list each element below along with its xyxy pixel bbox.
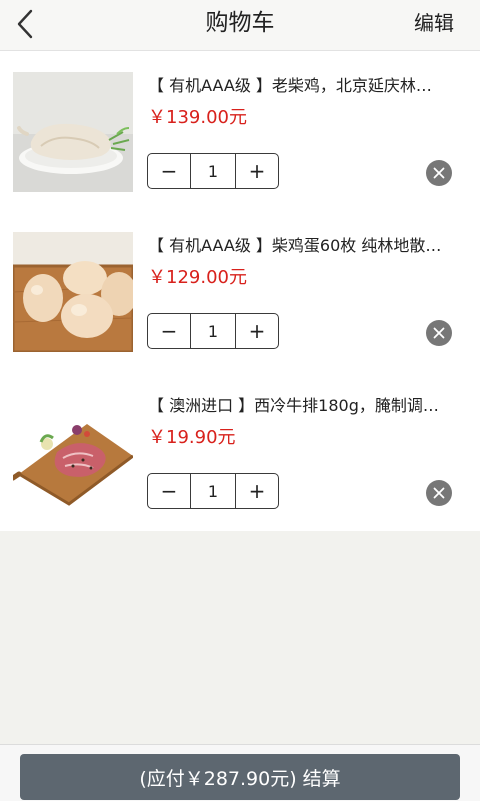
increase-button[interactable]: + — [236, 154, 278, 188]
steak-image — [13, 392, 133, 512]
remove-item-button[interactable] — [426, 160, 452, 186]
eggs-image — [13, 232, 133, 352]
product-image-chicken[interactable] — [13, 72, 133, 192]
product-price: ￥129.00元 — [148, 267, 247, 288]
remove-item-button[interactable] — [426, 480, 452, 506]
checkout-bar: (应付￥287.90元) 结算 — [0, 744, 480, 801]
checkout-button[interactable]: (应付￥287.90元) 结算 — [20, 754, 460, 800]
product-image-steak[interactable] — [13, 392, 133, 512]
quantity-stepper: − 1 + — [147, 313, 279, 349]
product-name[interactable]: 【 有机AAA级 】柴鸡蛋60枚 纯林地散… — [148, 235, 468, 257]
product-price: ￥19.90元 — [148, 427, 236, 448]
product-name[interactable]: 【 有机AAA级 】老柴鸡，北京延庆林… — [148, 75, 468, 97]
page-title: 购物车 — [205, 10, 275, 36]
decrease-button[interactable]: − — [148, 474, 190, 508]
decrease-button[interactable]: − — [148, 314, 190, 348]
quantity-value[interactable]: 1 — [190, 314, 236, 348]
decrease-button[interactable]: − — [148, 154, 190, 188]
close-icon — [433, 487, 445, 499]
quantity-stepper: − 1 + — [147, 153, 279, 189]
quantity-stepper: − 1 + — [147, 473, 279, 509]
product-image-eggs[interactable] — [13, 232, 133, 352]
quantity-value[interactable]: 1 — [190, 154, 236, 188]
cart-item[interactable]: 【 有机AAA级 】柴鸡蛋60枚 纯林地散… ￥129.00元 − 1 + — [0, 211, 480, 371]
quantity-value[interactable]: 1 — [190, 474, 236, 508]
close-icon — [433, 167, 445, 179]
whole-chicken-image — [13, 72, 133, 192]
close-icon — [433, 327, 445, 339]
cart-list: 【 有机AAA级 】老柴鸡，北京延庆林… ￥139.00元 − 1 + 【 有机… — [0, 51, 480, 531]
increase-button[interactable]: + — [236, 474, 278, 508]
remove-item-button[interactable] — [426, 320, 452, 346]
cart-item[interactable]: 【 有机AAA级 】老柴鸡，北京延庆林… ￥139.00元 − 1 + — [0, 51, 480, 211]
top-bar: 购物车 编辑 — [0, 0, 480, 51]
edit-button[interactable]: 编辑 — [414, 0, 454, 48]
cart-item[interactable]: 【 澳洲进口 】西冷牛排180g，腌制调… ￥19.90元 − 1 + — [0, 371, 480, 531]
product-price: ￥139.00元 — [148, 107, 247, 128]
product-name[interactable]: 【 澳洲进口 】西冷牛排180g，腌制调… — [148, 395, 468, 417]
increase-button[interactable]: + — [236, 314, 278, 348]
